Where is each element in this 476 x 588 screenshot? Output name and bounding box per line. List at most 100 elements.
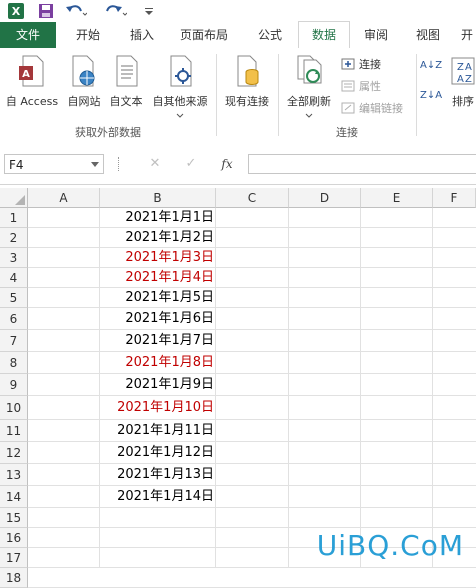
connections-button[interactable]: 连接 [340,54,381,74]
chevron-down-icon [305,113,313,118]
cell-b9[interactable]: 2021年1月9日 [100,374,216,396]
from-access-button[interactable]: A 自 Access [2,54,62,109]
row-header[interactable]: 17 [0,548,28,568]
sort-button[interactable]: ZAAZ 排序 [448,54,476,109]
cell-b10[interactable]: 2021年1月10日 [100,396,216,420]
row-header[interactable]: 6 [0,308,28,330]
cell-b6[interactable]: 2021年1月6日 [100,308,216,330]
tab-page-layout[interactable]: 页面布局 [172,22,236,48]
properties-label: 属性 [359,80,381,93]
worksheet-grid[interactable]: ABCDEF 1 2 3 4 5 6 7 8 9 10 11 12 13 14 15 16 17 18 2021年… [0,184,476,588]
other-sources-icon [170,55,192,87]
name-box[interactable]: F4 [4,154,104,174]
column-header-d[interactable]: D [289,188,361,208]
row-gridline [28,441,476,442]
row-header[interactable]: 8 [0,352,28,374]
row-header[interactable]: 14 [0,486,28,508]
row-header[interactable]: 13 [0,464,28,486]
column-header-f[interactable]: F [433,188,476,208]
redo-icon[interactable] [104,2,128,20]
tab-insert[interactable]: 插入 [120,22,164,48]
customize-qat-icon[interactable] [142,2,156,20]
group-label-external-data: 获取外部数据 [75,126,141,139]
refresh-all-button[interactable]: 全部刷新 [282,54,336,122]
row-header[interactable]: 7 [0,330,28,352]
cell-b7[interactable]: 2021年1月7日 [100,330,216,352]
column-header-c[interactable]: C [216,188,289,208]
insert-function-icon[interactable]: fx [218,154,236,174]
cancel-icon[interactable]: ✕ [146,154,164,174]
row-gridline [28,329,476,330]
cell-b1[interactable]: 2021年1月1日 [100,208,216,228]
formula-input[interactable] [248,154,476,174]
row-header[interactable]: 11 [0,420,28,442]
column-header-e[interactable]: E [361,188,433,208]
existing-connections-button[interactable]: 现有连接 [220,54,274,109]
web-page-icon [72,55,95,87]
row-header[interactable]: 10 [0,396,28,420]
cell-b12[interactable]: 2021年1月12日 [100,442,216,464]
refresh-icon [297,55,322,84]
cell-b2[interactable]: 2021年1月2日 [100,228,216,248]
from-other-sources-button[interactable]: 自其他来源 [148,54,212,122]
row-gridline [28,419,476,420]
cell-b3[interactable]: 2021年1月3日 [100,248,216,268]
existing-connections-icon [237,55,259,87]
row-header[interactable]: 1 [0,208,28,228]
row-header[interactable]: 4 [0,268,28,288]
row-gridline [28,373,476,374]
cell-b11[interactable]: 2021年1月11日 [100,420,216,442]
cell-b13[interactable]: 2021年1月13日 [100,464,216,486]
column-header-b[interactable]: B [100,188,216,208]
tab-formulas[interactable]: 公式 [248,22,292,48]
sort-za-icon: Z↓A [420,90,443,101]
column-header-a[interactable]: A [28,188,100,208]
row-header[interactable]: 5 [0,288,28,308]
select-all-corner[interactable] [0,188,28,208]
existing-connections-label: 现有连接 [225,95,269,108]
tab-home[interactable]: 开始 [66,22,110,48]
enter-icon[interactable]: ✓ [182,154,200,174]
tab-data[interactable]: 数据 [298,21,350,49]
undo-icon[interactable] [64,2,88,20]
row-header[interactable]: 12 [0,442,28,464]
row-gridline [28,463,476,464]
formula-bar: F4 ✕ ✓ fx [0,146,476,185]
quick-access-toolbar: X [0,0,476,22]
row-header[interactable]: 2 [0,228,28,248]
svg-text:Z: Z [457,62,464,73]
row-gridline [28,307,476,308]
sort-az-icon: A↓Z [420,60,443,71]
tab-file[interactable]: 文件 [0,22,56,48]
sort-ascending-button[interactable]: A↓Z [420,58,442,71]
properties-button[interactable]: 属性 [340,76,381,96]
row-gridline [28,527,476,528]
edit-links-button[interactable]: 编辑链接 [340,98,403,118]
from-other-sources-label: 自其他来源 [152,95,208,108]
row-header[interactable]: 9 [0,374,28,396]
excel-logo-icon: X [6,2,26,20]
row-gridline [28,227,476,228]
from-web-button[interactable]: 自网站 [64,54,104,109]
cell-b14[interactable]: 2021年1月14日 [100,486,216,508]
sort-descending-button[interactable]: Z↓A [420,88,442,101]
save-icon[interactable] [36,2,56,20]
tab-more[interactable]: 开 [458,22,476,48]
text-file-icon [116,55,138,87]
from-text-button[interactable]: 自文本 [106,54,146,109]
from-access-label: 自 Access [5,95,59,108]
row-header[interactable]: 15 [0,508,28,528]
connections-icon [341,58,355,70]
row-header[interactable]: 18 [0,568,28,588]
row-gridline [28,247,476,248]
cell-b5[interactable]: 2021年1月5日 [100,288,216,308]
row-header[interactable]: 16 [0,528,28,548]
edit-links-label: 编辑链接 [359,102,403,115]
tab-view[interactable]: 视图 [406,22,450,48]
cell-b4[interactable]: 2021年1月4日 [100,268,216,288]
tab-review[interactable]: 审阅 [354,22,398,48]
column-gridline [432,208,433,568]
cell-b8[interactable]: 2021年1月8日 [100,352,216,374]
formula-bar-grip[interactable] [118,157,121,171]
row-header[interactable]: 3 [0,248,28,268]
